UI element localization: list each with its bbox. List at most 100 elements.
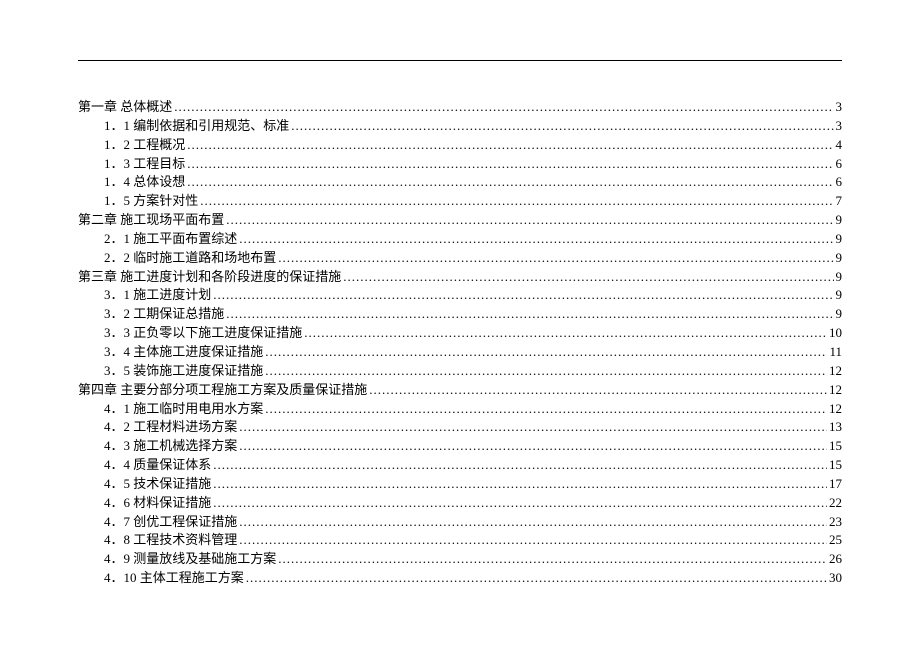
- toc-leader: [187, 136, 833, 155]
- toc-title: 1．2 工程概况: [104, 136, 185, 155]
- toc-row: 4．4 质量保证体系 15: [78, 456, 842, 475]
- toc-page-number: 9: [836, 230, 843, 249]
- toc-leader: [213, 456, 827, 475]
- toc-title: 第三章 施工进度计划和各阶段进度的保证措施: [78, 268, 341, 287]
- toc-title: 4．3 施工机械选择方案: [104, 437, 237, 456]
- toc-page-number: 9: [836, 268, 843, 287]
- toc-page-number: 3: [836, 98, 843, 117]
- toc-title: 4．7 创优工程保证措施: [104, 513, 237, 532]
- toc-row: 2．2 临时施工道路和场地布置 9: [78, 249, 842, 268]
- toc-page-number: 7: [836, 192, 843, 211]
- toc-title: 3．1 施工进度计划: [104, 286, 211, 305]
- toc-leader: [265, 400, 827, 419]
- toc-title: 1．1 编制依据和引用规范、标准: [104, 117, 289, 136]
- toc-leader: [278, 249, 833, 268]
- toc-page-number: 15: [829, 456, 842, 475]
- toc-title: 第四章 主要分部分项工程施工方案及质量保证措施: [78, 381, 367, 400]
- toc-leader: [265, 362, 827, 381]
- toc-row: 第一章 总体概述 3: [78, 98, 842, 117]
- toc-row: 第二章 施工现场平面布置 9: [78, 211, 842, 230]
- toc-row: 4．1 施工临时用电用水方案 12: [78, 400, 842, 419]
- toc-leader: [239, 230, 833, 249]
- toc-title: 3．3 正负零以下施工进度保证措施: [104, 324, 302, 343]
- horizontal-rule: [78, 60, 842, 61]
- toc-title: 第二章 施工现场平面布置: [78, 211, 224, 230]
- toc-leader: [213, 286, 833, 305]
- toc-page-number: 22: [829, 494, 842, 513]
- toc-row: 4．3 施工机械选择方案 15: [78, 437, 842, 456]
- toc-title: 3．4 主体施工进度保证措施: [104, 343, 263, 362]
- toc-title: 4．6 材料保证措施: [104, 494, 211, 513]
- toc-row: 4．6 材料保证措施 22: [78, 494, 842, 513]
- toc-row: 4．2 工程材料进场方案 13: [78, 418, 842, 437]
- toc-page-number: 9: [836, 249, 843, 268]
- toc-title: 2．2 临时施工道路和场地布置: [104, 249, 276, 268]
- toc-leader: [343, 268, 833, 287]
- toc-row: 4．9 测量放线及基础施工方案 26: [78, 550, 842, 569]
- toc-row: 2．1 施工平面布置综述9: [78, 230, 842, 249]
- toc-leader: [239, 418, 827, 437]
- toc-page-number: 17: [829, 475, 842, 494]
- toc-title: 4．9 测量放线及基础施工方案: [104, 550, 276, 569]
- toc-title: 3．5 装饰施工进度保证措施: [104, 362, 263, 381]
- toc-leader: [187, 155, 833, 174]
- toc-leader: [226, 305, 833, 324]
- toc-title: 3．2 工期保证总措施: [104, 305, 224, 324]
- toc-row: 3．5 装饰施工进度保证措施 12: [78, 362, 842, 381]
- toc-page-number: 23: [829, 513, 842, 532]
- toc-leader: [239, 437, 827, 456]
- toc-row: 3．1 施工进度计划 9: [78, 286, 842, 305]
- toc-row: 4．10 主体工程施工方案 30: [78, 569, 842, 588]
- toc-row: 1．5 方案针对性 7: [78, 192, 842, 211]
- toc-page-number: 12: [829, 381, 842, 400]
- toc-leader: [265, 343, 827, 362]
- toc-page-number: 26: [829, 550, 842, 569]
- toc-row: 1．3 工程目标 6: [78, 155, 842, 174]
- toc-leader: [369, 381, 827, 400]
- toc-page-number: 6: [836, 155, 843, 174]
- toc-leader: [200, 192, 833, 211]
- toc-row: 第四章 主要分部分项工程施工方案及质量保证措施 12: [78, 381, 842, 400]
- toc-leader: [213, 494, 827, 513]
- toc-leader: [187, 173, 833, 192]
- toc-page-number: 30: [829, 569, 842, 588]
- toc-title: 1．5 方案针对性: [104, 192, 198, 211]
- toc-leader: [291, 117, 833, 136]
- toc-leader: [174, 98, 833, 117]
- toc-title: 第一章 总体概述: [78, 98, 172, 117]
- toc-page-number: 6: [836, 173, 843, 192]
- toc-page-number: 12: [829, 400, 842, 419]
- toc-page-number: 4: [836, 136, 843, 155]
- toc-page-number: 12: [829, 362, 842, 381]
- toc-row: 4．7 创优工程保证措施 23: [78, 513, 842, 532]
- toc-page-number: 25: [829, 531, 842, 550]
- toc-page-number: 9: [836, 211, 843, 230]
- toc-page-number: 15: [829, 437, 842, 456]
- toc-title: 4．5 技术保证措施: [104, 475, 211, 494]
- toc-row: 1．2 工程概况 4: [78, 136, 842, 155]
- toc-leader: [226, 211, 833, 230]
- toc-row: 3．4 主体施工进度保证措施 11: [78, 343, 842, 362]
- toc-page-number: 13: [829, 418, 842, 437]
- toc-page-number: 9: [836, 286, 843, 305]
- toc-page-number: 10: [829, 324, 842, 343]
- toc-leader: [213, 475, 827, 494]
- toc-row: 1．1 编制依据和引用规范、标准 3: [78, 117, 842, 136]
- toc-title: 4．8 工程技术资料管理: [104, 531, 237, 550]
- toc-leader: [246, 569, 827, 588]
- toc-page-number: 11: [829, 343, 842, 362]
- toc-page-number: 3: [836, 117, 843, 136]
- toc-row: 第三章 施工进度计划和各阶段进度的保证措施 9: [78, 268, 842, 287]
- toc-leader: [239, 513, 827, 532]
- toc-row: 4．8 工程技术资料管理 25: [78, 531, 842, 550]
- table-of-contents: 第一章 总体概述31．1 编制依据和引用规范、标准31．2 工程概况41．3 工…: [78, 98, 842, 588]
- toc-title: 1．3 工程目标: [104, 155, 185, 174]
- toc-title: 4．1 施工临时用电用水方案: [104, 400, 263, 419]
- toc-leader: [278, 550, 827, 569]
- toc-title: 4．10 主体工程施工方案: [104, 569, 244, 588]
- toc-row: 4．5 技术保证措施 17: [78, 475, 842, 494]
- toc-title: 4．2 工程材料进场方案: [104, 418, 237, 437]
- toc-title: 4．4 质量保证体系: [104, 456, 211, 475]
- toc-row: 3．3 正负零以下施工进度保证措施 10: [78, 324, 842, 343]
- toc-title: 1．4 总体设想: [104, 173, 185, 192]
